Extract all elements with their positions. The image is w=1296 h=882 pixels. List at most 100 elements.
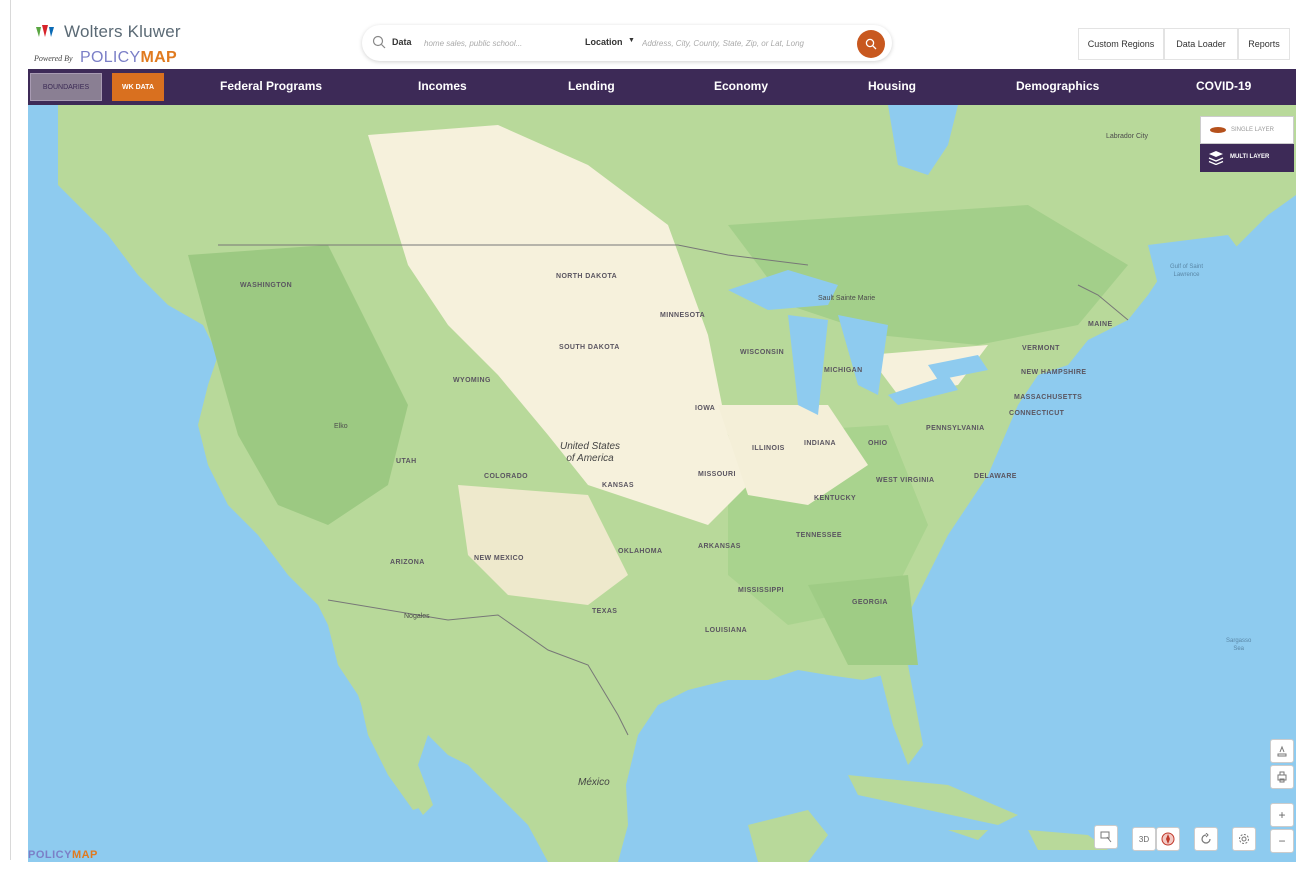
search-button[interactable] [857,30,885,58]
state-label: ARIZONA [390,559,425,566]
state-label: MISSISSIPPI [738,587,785,594]
state-label: WEST VIRGINIA [876,477,935,484]
state-label: KENTUCKY [814,495,857,502]
watermark-suffix: MAP [71,849,98,861]
state-label: NEW HAMPSHIRE [1021,369,1087,376]
state-label: ILLINOIS [752,445,785,452]
layer-mode-panel: SINGLE LAYER MULTI LAYER [1200,116,1294,173]
header: Wolters Kluwer Powered By POLICYMAP Data… [28,22,1296,69]
state-label: CONNECTICUT [1009,410,1065,417]
caret-down-icon[interactable]: ▼ [628,37,635,44]
nav-lending[interactable]: Lending [568,79,615,93]
reports-button[interactable]: Reports [1238,28,1290,60]
app-window: Wolters Kluwer Powered By POLICYMAP Data… [0,0,1296,882]
search-icon [372,35,386,49]
compass-button[interactable] [1156,827,1180,851]
nav-demographics[interactable]: Demographics [1016,79,1099,93]
state-label: MICHIGAN [824,367,863,374]
state-label: VERMONT [1022,345,1060,352]
city-label: Elko [334,423,348,430]
single-layer-icon [1210,127,1226,133]
state-label: WISCONSIN [740,349,785,356]
powered-by-label: Powered By [34,54,73,63]
policymap-wordmark: POLICYMAP [80,49,177,67]
zoom-out-button[interactable]: − [1270,829,1294,853]
state-label: DELAWARE [974,473,1017,480]
layers-stack-icon [1208,151,1224,165]
draw-region-icon [1100,831,1112,843]
settings-button[interactable] [1232,827,1256,851]
state-label: LOUISIANA [705,627,748,634]
state-label: UTAH [396,458,417,465]
map-canvas[interactable]: WASHINGTON NORTH DAKOTA MINNESOTA SOUTH … [28,105,1296,862]
share-button[interactable] [1270,739,1294,763]
state-label: TEXAS [592,608,618,615]
location-search-input[interactable] [642,35,842,51]
state-label: MINNESOTA [660,312,706,319]
printer-icon [1277,771,1287,783]
nav-covid-19[interactable]: COVID-19 [1196,79,1251,93]
main-nav: BOUNDARIES WK DATA Federal Programs Inco… [28,69,1296,105]
custom-regions-button[interactable]: Custom Regions [1078,28,1164,60]
left-divider [10,0,11,860]
wordmark-prefix: POLICY [80,49,141,66]
multi-layer-toggle[interactable]: MULTI LAYER [1200,144,1294,172]
state-label: PENNSYLVANIA [926,425,985,432]
water-label: Gulf of Saint Lawrence [1170,263,1203,279]
watermark-prefix: POLICY [28,849,72,861]
state-label: OKLAHOMA [618,548,663,555]
location-dropdown[interactable]: Location [585,37,623,47]
city-label: Labrador City [1106,133,1149,140]
country-name-line-2: of America [566,453,614,464]
state-label: NEW MEXICO [474,555,524,562]
country-label: México [578,777,610,788]
rotate-icon [1201,833,1211,844]
gear-icon [1239,834,1249,844]
brand-name: Wolters Kluwer [64,22,181,41]
water-name-line-1: Sargasso [1226,638,1252,644]
nav-economy[interactable]: Economy [714,79,768,93]
nav-federal-programs[interactable]: Federal Programs [220,79,322,93]
water-name-line-2: Sea [1233,646,1245,652]
single-layer-label: SINGLE LAYER [1231,127,1274,133]
state-label: INDIANA [804,440,836,447]
state-label: MASSACHUSETTS [1014,394,1083,401]
zoom-in-button[interactable]: + [1270,803,1294,827]
search-bar: Data Location ▼ [362,25,892,61]
water-name-line-1: Gulf of Saint [1170,264,1204,270]
brand-logo[interactable]: Wolters Kluwer Powered By POLICYMAP [34,22,204,69]
draw-region-button[interactable] [1094,825,1118,849]
wordmark-suffix: MAP [140,49,177,66]
basemap-terrain [58,105,1296,862]
boundaries-button[interactable]: BOUNDARIES [30,73,102,101]
multi-layer-label: MULTI LAYER [1230,154,1270,160]
state-label: IOWA [695,405,716,412]
compass-icon [1161,832,1175,846]
state-label: WYOMING [453,377,491,384]
country-label: United States of America [560,441,620,465]
city-label: Sault Sainte Marie [818,295,876,302]
share-icon [1277,745,1287,757]
data-loader-button[interactable]: Data Loader [1164,28,1238,60]
single-layer-toggle[interactable]: SINGLE LAYER [1200,116,1294,144]
state-label: WASHINGTON [240,282,293,289]
data-search-input[interactable] [424,35,564,51]
state-label: MAINE [1088,321,1113,328]
state-label: KANSAS [602,482,634,489]
state-label: COLORADO [484,473,529,480]
nav-housing[interactable]: Housing [868,79,916,93]
water-label: Sargasso Sea [1226,637,1251,653]
3d-toggle-button[interactable]: 3D [1132,827,1156,851]
state-label: GEORGIA [852,599,888,606]
wk-data-button[interactable]: WK DATA [112,73,164,101]
water-name-line-2: Lawrence [1173,272,1200,278]
reset-rotation-button[interactable] [1194,827,1218,851]
nav-incomes[interactable]: Incomes [418,79,467,93]
wolters-kluwer-logo-icon [36,25,54,37]
state-label: ARKANSAS [698,543,741,550]
search-icon [865,38,877,50]
country-name-line-1: United States [560,441,621,452]
state-label: NORTH DAKOTA [556,273,618,280]
state-label: MISSOURI [698,471,736,478]
print-button[interactable] [1270,765,1294,789]
